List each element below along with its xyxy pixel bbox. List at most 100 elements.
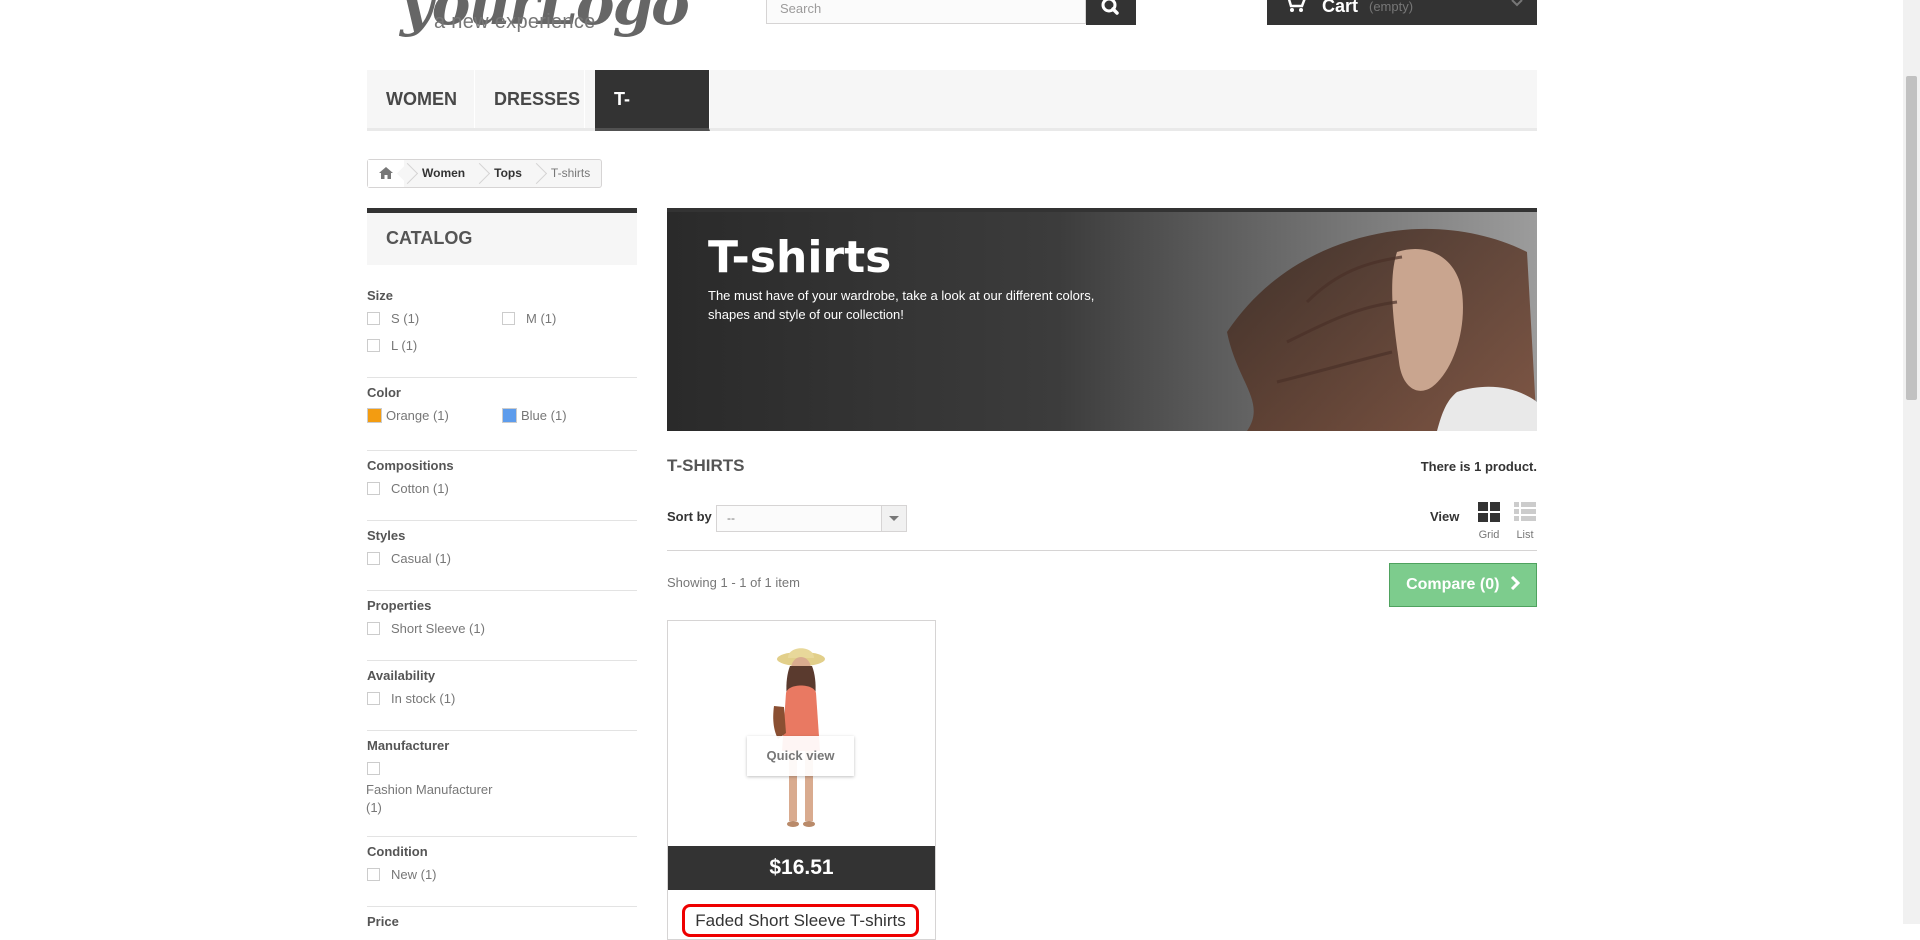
filter-compositions-title: Compositions <box>367 458 454 473</box>
cart-status: (empty) <box>1369 0 1414 14</box>
search-input[interactable]: Search <box>766 0 1086 24</box>
breadcrumb-women[interactable]: Women <box>396 160 476 187</box>
product-count: There is 1 product. <box>1420 459 1537 474</box>
checkbox[interactable] <box>502 312 515 325</box>
view-grid-button[interactable]: Grid <box>1478 502 1500 541</box>
filter-color-blue[interactable]: Blue (1) <box>502 408 567 423</box>
filter-availability-in-stock[interactable]: In stock (1) <box>367 691 455 706</box>
product-card[interactable]: Quick view $16.51 Faded Short Sleeve T-s… <box>667 620 936 940</box>
logo-tagline: a new experience <box>434 11 596 33</box>
breadcrumb: Women Tops T-shirts <box>367 159 603 188</box>
divider <box>367 520 637 521</box>
view-list-button[interactable]: List <box>1514 502 1536 541</box>
filter-option-label: Orange (1) <box>386 408 449 423</box>
filter-color-orange[interactable]: Orange (1) <box>367 408 449 423</box>
checkbox[interactable] <box>367 692 380 705</box>
divider <box>367 660 637 661</box>
product-image[interactable]: Quick view <box>668 621 935 846</box>
menu-item-dresses[interactable]: Dresses <box>475 70 585 128</box>
quick-view-button[interactable]: Quick view <box>747 736 854 776</box>
divider <box>367 906 637 907</box>
filter-manufacturer-checkbox[interactable] <box>367 762 391 780</box>
checkbox[interactable] <box>367 552 380 565</box>
sort-label: Sort by <box>667 509 712 524</box>
filter-option-label: S (1) <box>391 311 420 326</box>
view-grid-label: Grid <box>1478 529 1500 541</box>
checkbox[interactable] <box>367 312 380 325</box>
filter-size-l[interactable]: L (1) <box>367 338 417 353</box>
checkbox[interactable] <box>367 762 380 775</box>
filter-property-short-sleeve[interactable]: Short Sleeve (1) <box>367 621 485 636</box>
filter-option-label: Casual (1) <box>391 551 451 566</box>
menu-item-women[interactable]: Women <box>367 70 475 128</box>
breadcrumb-current: T-shirts <box>525 160 601 187</box>
filter-size-s[interactable]: S (1) <box>367 311 419 326</box>
product-price: $16.51 <box>668 846 935 890</box>
category-banner: T-shirts The must have of your wardrobe,… <box>667 208 1537 431</box>
color-swatch[interactable] <box>502 408 517 423</box>
category-name: T-shirts <box>667 456 745 475</box>
filter-availability-title: Availability <box>367 668 436 683</box>
menu-item-tshirts[interactable]: T-shirts <box>595 70 710 167</box>
checkbox[interactable] <box>367 868 380 881</box>
catalog-title: Catalog <box>367 208 637 265</box>
color-swatch[interactable] <box>367 408 382 423</box>
filter-price-title: Price <box>367 914 399 929</box>
filter-option-label: Cotton (1) <box>391 481 449 496</box>
filter-size-m[interactable]: M (1) <box>502 311 556 326</box>
home-icon <box>379 167 393 179</box>
checkbox[interactable] <box>367 622 380 635</box>
chevron-down-icon <box>1511 0 1523 7</box>
compare-label: Compare (0) <box>1406 576 1500 593</box>
filter-manufacturer-option[interactable]: Fashion Manufacturer (1) <box>366 781 506 817</box>
search-button[interactable] <box>1086 0 1136 25</box>
view-label: View <box>1430 509 1460 524</box>
top-menu: Women Dresses T-shirts <box>367 70 1537 167</box>
filter-option-label: New (1) <box>391 867 437 882</box>
view-list-label: List <box>1516 529 1534 541</box>
filter-option-label: M (1) <box>526 311 557 326</box>
filter-color-title: Color <box>367 385 401 400</box>
sort-value: -- <box>727 511 735 525</box>
filter-condition-title: Condition <box>367 844 428 859</box>
divider <box>367 730 637 731</box>
breadcrumb-women-label: Women <box>422 166 466 180</box>
filter-composition-cotton[interactable]: Cotton (1) <box>367 481 449 496</box>
cart-icon <box>1287 0 1306 12</box>
chevron-down-icon <box>881 506 906 531</box>
divider <box>367 377 637 378</box>
breadcrumb-current-label: T-shirts <box>550 166 591 180</box>
cart-label: Cart <box>1322 0 1359 16</box>
search-icon <box>1101 0 1119 15</box>
cart-button[interactable]: Cart (empty) <box>1267 0 1537 25</box>
list-icon <box>1514 502 1536 521</box>
banner-description: The must have of your wardrobe, take a l… <box>708 288 1095 322</box>
scrollbar-thumb[interactable] <box>1906 76 1917 400</box>
filter-option-label: L (1) <box>391 338 418 353</box>
grid-icon <box>1478 502 1500 522</box>
checkbox[interactable] <box>367 339 380 352</box>
filter-option-label: Short Sleeve (1) <box>391 621 485 636</box>
divider <box>367 590 637 591</box>
filter-style-casual[interactable]: Casual (1) <box>367 551 451 566</box>
checkbox[interactable] <box>367 482 380 495</box>
breadcrumb-tops[interactable]: Tops <box>469 160 533 187</box>
showing-count: Showing 1 - 1 of 1 item <box>667 575 800 590</box>
divider <box>367 836 637 837</box>
filter-size-title: Size <box>367 288 394 303</box>
filter-option-label: Blue (1) <box>521 408 567 423</box>
banner-title: T-shirts <box>708 232 892 283</box>
divider <box>367 450 637 451</box>
filter-properties-title: Properties <box>367 598 432 613</box>
model-image <box>1227 228 1537 431</box>
filter-manufacturer-title: Manufacturer <box>367 738 450 753</box>
filter-styles-title: Styles <box>367 528 406 543</box>
compare-button[interactable]: Compare (0) <box>1389 563 1537 607</box>
product-name-link[interactable]: Faded Short Sleeve T-shirts <box>682 904 919 937</box>
filter-condition-new[interactable]: New (1) <box>367 867 437 882</box>
product-photo <box>773 648 825 827</box>
sort-select[interactable]: -- <box>716 505 907 532</box>
chevron-right-icon <box>1510 575 1521 591</box>
breadcrumb-tops-label: Tops <box>494 166 522 180</box>
catalog-title-text: Catalog <box>386 228 473 248</box>
